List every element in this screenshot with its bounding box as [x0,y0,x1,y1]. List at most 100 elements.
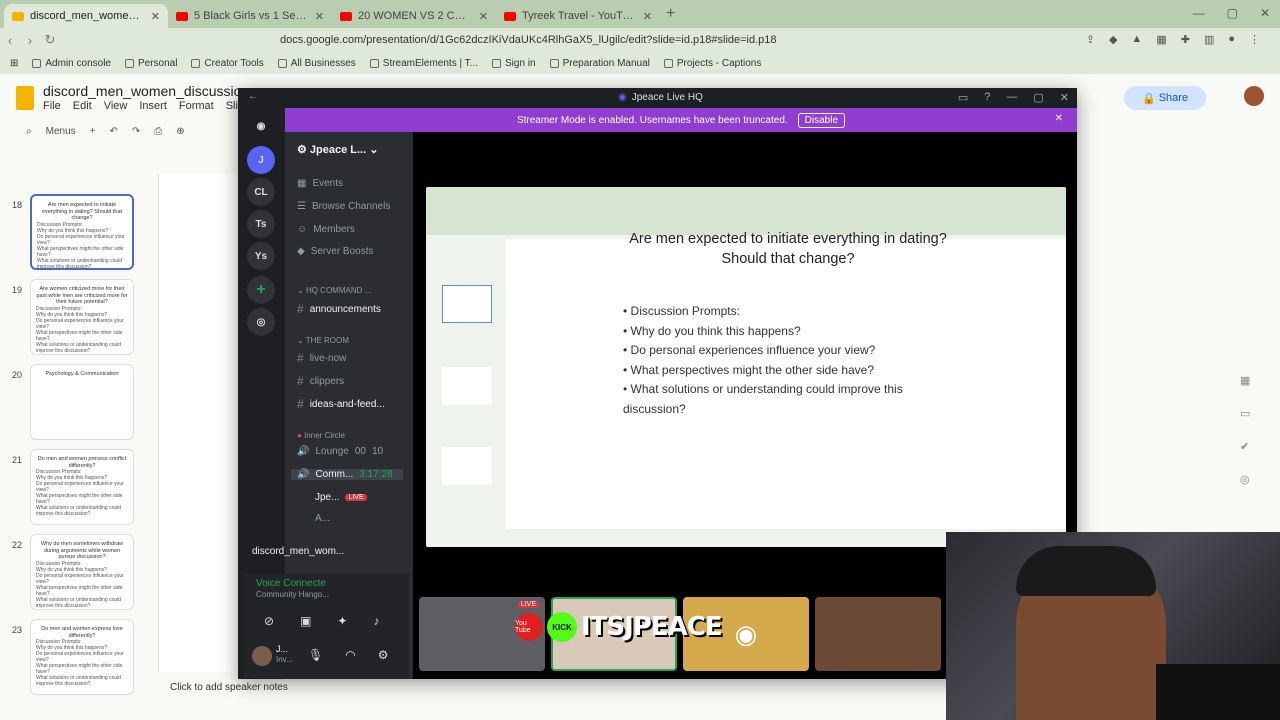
zoom-icon[interactable]: ⊕ [176,126,184,137]
slides-logo-icon[interactable] [16,86,34,110]
minimize-icon[interactable]: — [1006,91,1017,104]
channel-clippers[interactable]: # clippers [297,374,344,388]
menus-search[interactable]: Menus [46,126,76,137]
menu-file[interactable]: File [43,100,61,112]
calendar-icon[interactable]: ▦ [1240,374,1250,387]
address-bar[interactable]: docs.google.com/presentation/d/1Gc62dczI… [280,34,777,46]
help-icon[interactable]: ? [984,91,990,104]
activities-icon[interactable]: ✦ [337,614,347,628]
sidebar-icon[interactable]: ▥ [1204,33,1214,46]
redo-icon[interactable]: ↷ [132,126,140,137]
close-icon[interactable]: ✕ [1055,113,1063,124]
screen-share-icon[interactable]: ▣ [300,614,311,628]
camera-off-icon[interactable]: ⊘ [264,614,274,628]
bookmark[interactable]: All Businesses [277,58,356,69]
share-button[interactable]: 🔒 Share [1124,86,1206,110]
maximize-icon[interactable]: ▢ [1033,91,1043,104]
warning-icon[interactable]: ▲ [1131,33,1142,46]
speaker-notes[interactable]: Click to add speaker notes [170,682,288,693]
undo-icon[interactable]: ↶ [109,126,117,137]
add-server-icon[interactable]: + [247,276,275,304]
soundboard-icon[interactable]: ♪ [373,614,379,628]
browser-tab[interactable]: 20 WOMEN VS 2 COMEDIANS : BRO✕ [332,4,496,28]
server-cl[interactable]: CL [247,178,275,206]
close-icon[interactable]: ✕ [479,10,488,23]
disable-button[interactable]: Disable [797,112,846,128]
bookmark[interactable]: Sign in [492,58,536,69]
channel-live-now[interactable]: # live-now [297,351,346,365]
avatar[interactable] [252,646,272,666]
close-icon[interactable]: ✕ [643,10,652,23]
nav-events[interactable]: ▦ Events [297,178,343,189]
voice-user[interactable]: A... [315,513,330,524]
channel-ideas[interactable]: # ideas-and-feed... [297,397,385,411]
document-title[interactable]: discord_men_women_discussion_nig [43,83,243,99]
bookmark[interactable]: Preparation Manual [549,58,650,69]
maps-icon[interactable]: ◎ [1240,473,1250,486]
menu-insert[interactable]: Insert [139,100,167,112]
keep-icon[interactable]: ▭ [1240,407,1250,420]
voice-channel[interactable]: Community Hango... [256,590,329,599]
search-menus-icon[interactable]: ⌕ [26,126,32,137]
nav-browse-channels[interactable]: ☰ Browse Channels [297,201,390,212]
puzzle-icon[interactable]: ✚ [1181,33,1190,46]
mic-icon[interactable]: 🎙 [308,648,323,662]
menu-edit[interactable]: Edit [73,100,92,112]
voice-user[interactable]: Jpe... LIVE [315,492,367,503]
server-name[interactable]: ⚙ Jpeace L... ⌄ [297,143,378,156]
close-icon[interactable]: ✕ [315,10,324,23]
server-jpeace[interactable]: J [247,146,275,174]
nav-server-boosts[interactable]: ◆ Server Boosts [297,246,374,257]
voice-community[interactable]: 🔊 Comm... 3:17:28 [291,469,403,480]
browser-tab[interactable]: discord_men_women_discussion✕ [4,4,168,28]
server-ys[interactable]: Ys [247,242,275,270]
add-icon[interactable]: + [90,126,96,137]
avatar[interactable] [1244,86,1264,106]
extension-icon[interactable]: ▦ [1156,33,1166,46]
bookmark[interactable]: Personal [124,58,177,69]
voice-lounge[interactable]: 🔊 Lounge 00 10 [297,446,383,457]
back-icon[interactable]: ← [248,91,258,102]
close-icon[interactable]: ✕ [1260,6,1270,20]
server-ts[interactable]: Ts [247,210,275,238]
minimize-icon[interactable]: — [1193,6,1205,20]
profile-icon[interactable]: ● [1228,33,1235,46]
apps-icon[interactable]: ⊞ [10,58,18,69]
back-icon[interactable]: ‹ [0,33,20,48]
menu-icon[interactable]: ⋮ [1249,33,1260,46]
inbox-icon[interactable]: ▭ [958,91,968,104]
nav-members[interactable]: ☺ Members [297,224,355,235]
forward-icon[interactable]: › [20,33,40,48]
reload-icon[interactable]: ↻ [40,32,60,48]
slide-thumbnail[interactable]: Why do men sometimes withdraw during arg… [30,534,134,610]
settings-icon[interactable]: ⚙ [378,648,389,662]
slide-thumbnail[interactable]: Do men and women express love differentl… [30,619,134,695]
maximize-icon[interactable]: ▢ [1227,6,1238,20]
bookmark[interactable]: Admin console [32,58,111,69]
direct-messages-icon[interactable]: ◉ [247,112,275,140]
category-inner-circle[interactable]: ● Inner Circle [297,431,345,440]
bookmark[interactable]: StreamElements | T... [369,58,478,69]
slide-thumbnail[interactable]: Psychology & Communication [30,364,134,440]
channel-announcements[interactable]: # announcements [297,302,381,316]
menu-format[interactable]: Format [179,100,214,112]
share-icon[interactable]: ⇪ [1086,33,1095,46]
close-icon[interactable]: ✕ [1060,91,1069,104]
bookmark[interactable]: Creator Tools [191,58,264,69]
category-hq[interactable]: ⌄ HQ COMMAND ... [297,286,371,295]
category-the-room[interactable]: ⌄ THE ROOM [297,336,349,345]
brave-icon[interactable]: ◆ [1109,33,1117,46]
slide-thumbnail[interactable]: Do men and women process conflict differ… [30,449,134,525]
slide-thumbnail[interactable]: Are women criticized more for their past… [30,279,134,355]
print-icon[interactable]: ⎙ [154,126,162,137]
participant-tile[interactable] [815,597,941,671]
browser-tab[interactable]: Tyreek Travel - YouTube ✕ [496,4,660,28]
close-icon[interactable]: ✕ [151,10,160,23]
tasks-icon[interactable]: ✔ [1240,440,1250,453]
bookmark[interactable]: Projects - Captions [663,58,761,69]
slide-thumbnail[interactable]: Are men expected to initiate everything … [30,194,134,270]
browser-tab[interactable]: 5 Black Girls vs 1 Secret White Girl -✕ [168,4,332,28]
headphones-icon[interactable]: ◠ [345,648,355,662]
menu-view[interactable]: View [104,100,128,112]
new-tab-button[interactable]: + [666,5,675,23]
